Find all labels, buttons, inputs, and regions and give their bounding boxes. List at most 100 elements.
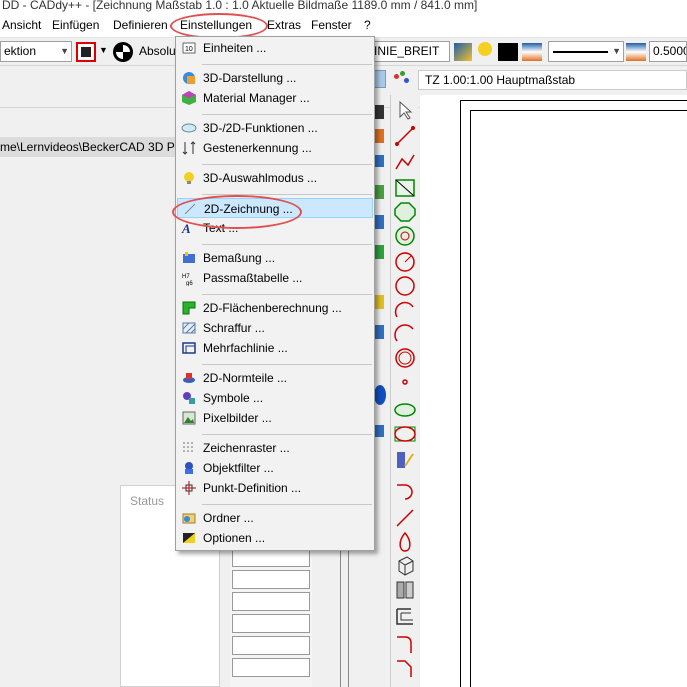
menu-item-3d-auswahlmodus[interactable]: 3D-Auswahlmodus ... [177, 168, 373, 188]
fillet-icon[interactable] [393, 633, 417, 655]
palette-icon[interactable] [392, 70, 412, 88]
menu-item-optionen[interactable]: Optionen ... [177, 528, 373, 548]
diagonal-line-icon[interactable] [393, 507, 417, 529]
cell[interactable] [232, 614, 310, 633]
line-tool-icon[interactable] [393, 125, 417, 147]
cell[interactable] [232, 636, 310, 655]
status-panel-title: Status [130, 494, 165, 508]
layers-stack-icon[interactable] [522, 43, 542, 61]
menu-item-pixelbilder[interactable]: Pixelbilder ... [177, 408, 373, 428]
menu-item-material-manager[interactable]: Material Manager ... [177, 88, 373, 108]
tool-icon[interactable] [374, 129, 384, 143]
menu-item-2d-normteile[interactable]: 2D-Normteile ... [177, 368, 373, 388]
line-style-combo[interactable]: ▼ [548, 41, 624, 62]
linetype-combo[interactable]: INIE_BREIT [370, 41, 450, 62]
menu-einfuegen[interactable]: Einfügen [52, 18, 99, 32]
linetype-value: INIE_BREIT [374, 44, 440, 58]
drop-shape-icon[interactable] [393, 531, 417, 553]
menu-item-2d-flaechenberechnung[interactable]: 2D-Flächenberechnung ... [177, 298, 373, 318]
circle-center-icon[interactable] [393, 251, 417, 273]
cursor-icon[interactable] [393, 99, 417, 121]
menu-item-gestenerkennung[interactable]: Gestenerkennung ... [177, 138, 373, 158]
menu-item-label: Pixelbilder ... [203, 411, 272, 425]
palette-dot-red [394, 74, 399, 79]
line-width-combo[interactable]: 0.5000 [649, 41, 687, 62]
menu-extras[interactable]: Extras [267, 18, 301, 32]
rectangle-tool-icon[interactable] [393, 177, 417, 199]
layers-stack-icon[interactable] [626, 43, 646, 61]
arc-tool-icon[interactable] [393, 299, 417, 321]
circle-3p-icon[interactable] [393, 275, 417, 297]
menu-item-3d-2d-funktionen[interactable]: 3D-/2D-Funktionen ... [177, 118, 373, 138]
point-tool-icon[interactable] [393, 371, 417, 393]
tool-icon[interactable] [374, 105, 384, 119]
line-sample-icon [553, 51, 608, 53]
tool-icon[interactable] [374, 155, 384, 167]
tool-icon[interactable] [374, 295, 384, 309]
absolute-mode-icon-inner [116, 45, 130, 59]
cell[interactable] [232, 570, 310, 589]
menu-item-3d-darstellung[interactable]: 3D-Darstellung ... [177, 68, 373, 88]
svg-text:g6: g6 [186, 281, 193, 286]
menu-item-label: Optionen ... [203, 531, 266, 545]
color-swatch-icon [81, 47, 91, 57]
book-icon[interactable] [393, 579, 417, 601]
window-title: DD - CADdy++ - [Zeichnung Maßstab 1.0 : … [0, 0, 687, 14]
tool-icon[interactable] [374, 325, 384, 339]
gesture-icon [181, 140, 197, 156]
hook-arc-icon[interactable] [393, 481, 417, 503]
absolute-label: Absolu [139, 44, 176, 58]
spline-edit-icon[interactable] [393, 449, 417, 471]
3d-display-icon [181, 70, 197, 86]
black-color-button[interactable] [498, 43, 518, 61]
chamfer-icon[interactable] [393, 657, 417, 679]
menu-item-objektfilter[interactable]: Objektfilter ... [177, 458, 373, 478]
menu-item-symbole[interactable]: Symbole ... [177, 388, 373, 408]
circle-tool-icon[interactable] [393, 225, 417, 247]
options-icon [181, 530, 197, 546]
double-circle-icon[interactable] [393, 347, 417, 369]
tool-icon[interactable] [374, 185, 384, 199]
cell[interactable] [232, 658, 310, 677]
svg-text:H7: H7 [182, 274, 190, 280]
menu-item-label: Gestenerkennung ... [203, 141, 312, 155]
line-width-value: 0.5000 [653, 44, 687, 58]
layer-icon[interactable] [454, 43, 472, 61]
menu-item-passmasstabelle[interactable]: H7 g6 Passmaßtabelle ... [177, 268, 373, 288]
menu-fenster[interactable]: Fenster [311, 18, 352, 32]
cell[interactable] [232, 592, 310, 611]
octagon-tool-icon[interactable] [393, 201, 417, 223]
tool-icon[interactable] [374, 215, 384, 229]
menu-item-bemassung[interactable]: Bemaßung ... [177, 248, 373, 268]
chevron-down-icon: ▼ [612, 46, 621, 56]
menu-item-label: Zeichenraster ... [203, 441, 290, 455]
color-picker-button[interactable] [76, 42, 96, 62]
tool-icon[interactable] [374, 385, 386, 405]
menu-definieren[interactable]: Definieren [113, 18, 168, 32]
tool-icon[interactable] [374, 245, 384, 259]
polyline-tool-icon[interactable] [393, 151, 417, 173]
menu-item-einheiten[interactable]: 10 Einheiten ... [177, 38, 373, 58]
tool-icon[interactable] [374, 425, 384, 437]
absolute-mode-icon[interactable] [113, 42, 133, 62]
ellipse-rect-icon[interactable] [393, 423, 417, 445]
lightbulb-icon[interactable] [476, 42, 494, 62]
arc-3p-icon[interactable] [393, 323, 417, 345]
menu-help[interactable]: ? [364, 18, 371, 32]
menu-item-label: Material Manager ... [203, 91, 310, 105]
menu-separator [202, 244, 372, 245]
menu-ansicht[interactable]: Ansicht [2, 18, 41, 32]
menu-item-punkt-definition[interactable]: Punkt-Definition ... [177, 478, 373, 498]
cube-icon[interactable] [393, 555, 417, 577]
menu-item-ordner[interactable]: Ordner ... [177, 508, 373, 528]
selection-combo[interactable]: ektion ▼ [0, 41, 72, 62]
palette-dot-blue [404, 78, 409, 83]
offset-icon[interactable] [393, 605, 417, 627]
menu-item-zeichenraster[interactable]: Zeichenraster ... [177, 438, 373, 458]
menu-item-mehrfachlinie[interactable]: Mehrfachlinie ... [177, 338, 373, 358]
pixel-images-icon [181, 410, 197, 426]
chevron-down-icon[interactable]: ▼ [99, 45, 108, 55]
tz-scale-label: TZ 1.00:1.00 Hauptmaßstab [425, 73, 576, 87]
ellipse-tool-icon[interactable] [393, 399, 417, 421]
menu-item-schraffur[interactable]: Schraffur ... [177, 318, 373, 338]
